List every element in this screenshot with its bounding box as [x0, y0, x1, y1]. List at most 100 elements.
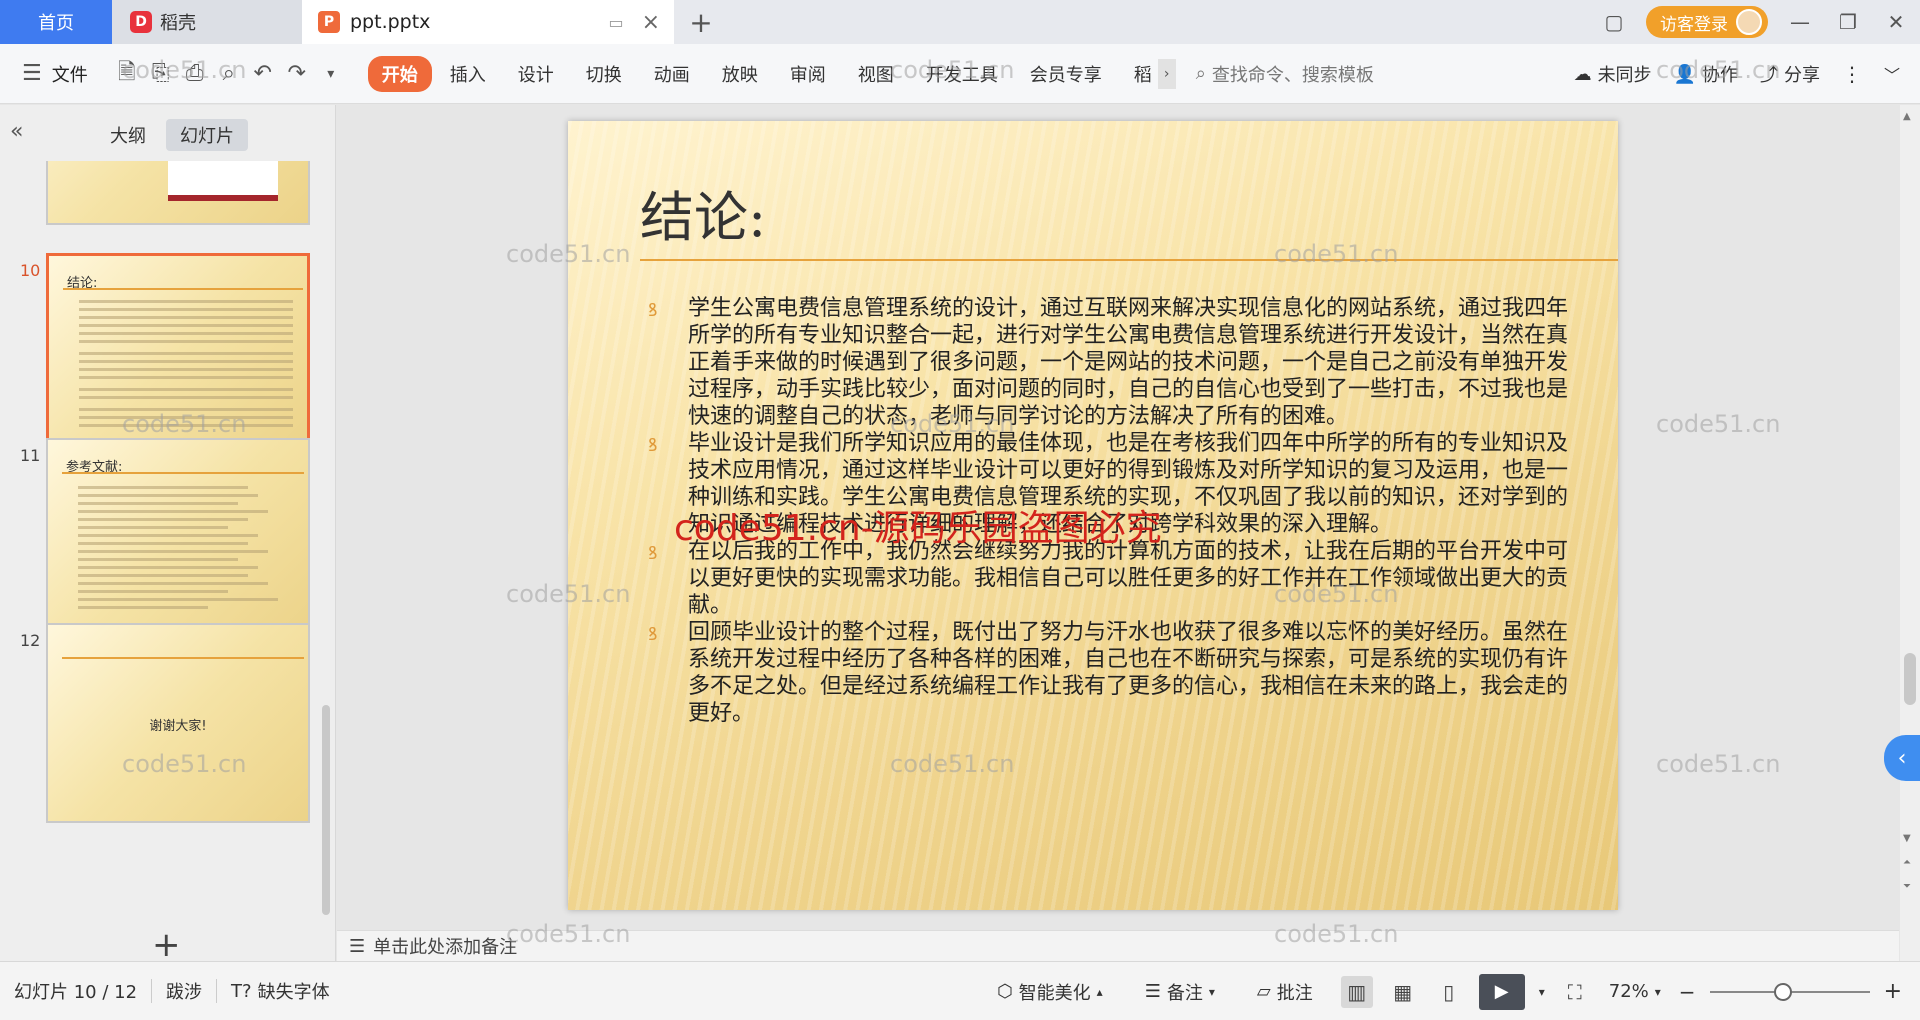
zoom-slider-knob[interactable] [1773, 982, 1792, 1001]
canvas-scrollbar[interactable]: ▲ ▼ ⏶ ⏷ [1900, 105, 1920, 961]
comments-button[interactable]: ▱ 批注 [1243, 979, 1327, 1005]
panel-header: « 大纲 幻灯片 [0, 105, 335, 161]
daoke-logo-icon: D [130, 11, 152, 33]
notes-bar[interactable]: ☰ 单击此处添加备注 [337, 930, 1899, 961]
thumbnail-text-line [79, 316, 293, 319]
new-tab-button[interactable]: + [674, 0, 728, 44]
scroll-down-icon[interactable]: ▼ [1903, 833, 1911, 844]
thumbnail-rule [62, 657, 304, 659]
slide-thumbnail-11[interactable]: 参考文献: [46, 438, 310, 638]
window-layout-icon[interactable]: ▢ [1590, 0, 1638, 44]
beautify-label: 智能美化 [1018, 982, 1091, 1004]
zoom-level[interactable]: 72% ▾ [1605, 981, 1665, 1002]
toolbar-right: ☁ 未同步 👤 协作 ⤴ 分享 ⋮ ﹀ [1574, 44, 1900, 104]
sync-button[interactable]: ☁ 未同步 [1574, 61, 1652, 87]
slide-thumbnail-12[interactable]: 谢谢大家! [46, 623, 310, 823]
notes-icon: ☰ [349, 935, 366, 957]
collapse-panel-icon[interactable]: « [10, 119, 23, 144]
tab-home[interactable]: 首页 [0, 0, 112, 44]
undo-icon[interactable]: ↶ [246, 57, 280, 91]
reading-view-icon[interactable]: ▯ [1433, 976, 1465, 1008]
preview-icon[interactable]: ⌕ [212, 57, 246, 91]
tab-document-label: ppt.pptx [350, 11, 431, 33]
minimize-button[interactable]: — [1776, 0, 1824, 44]
share-icon: ⤴ [1759, 65, 1778, 86]
more-tabs-chevron-icon[interactable]: › [1157, 58, 1176, 89]
thumbnail-text-line [78, 566, 258, 569]
slide-number: 11 [20, 446, 41, 465]
scroll-up-icon[interactable]: ▲ [1903, 111, 1911, 122]
quick-access-dropdown-icon[interactable]: ▾ [314, 57, 348, 91]
slide-canvas: 结论: ꝸ 学生公寓电费信息管理系统的设计，通过互联网来解决实现信息化的网站系统… [337, 105, 1899, 930]
tab-design[interactable]: 设计 [504, 56, 568, 92]
tab-view[interactable]: 视图 [844, 56, 908, 92]
thumbnail-text-line [79, 408, 293, 411]
missing-font-button[interactable]: T? 缺失字体 [217, 978, 344, 1004]
slide-thumbnail-9[interactable] [46, 161, 310, 225]
slide-thumbnail-10[interactable]: 结论: [46, 253, 310, 453]
zoom-in-icon[interactable]: + [1884, 979, 1902, 1004]
tab-daoke[interactable]: D 稻壳 [112, 0, 302, 44]
zoom-slider[interactable] [1709, 982, 1870, 1001]
page-up-icon[interactable]: ⏶ [1903, 857, 1911, 868]
tab-start[interactable]: 开始 [367, 55, 432, 92]
panel-scrollbar[interactable] [322, 705, 330, 915]
current-slide[interactable]: 结论: ꝸ 学生公寓电费信息管理系统的设计，通过互联网来解决实现信息化的网站系统… [568, 121, 1618, 910]
theme-name[interactable]: 跋涉 [152, 978, 216, 1004]
bullet-item: ꝸ 回顾毕业设计的整个过程，既付出了努力与汗水也收获了很多难以忘怀的美好经历。虽… [648, 619, 1588, 727]
thumbnail-text-line [78, 534, 258, 537]
save-icon[interactable]: 🗎 [110, 57, 144, 91]
fit-window-icon[interactable]: ⛶ [1559, 976, 1591, 1008]
add-slide-button[interactable]: + [152, 925, 181, 965]
scroll-thumb[interactable] [1904, 653, 1916, 705]
close-tab-icon[interactable]: × [642, 10, 660, 35]
more-options-icon[interactable]: ⋮ [1842, 62, 1862, 86]
print-icon[interactable]: ⎙ [178, 57, 212, 91]
guest-login-button[interactable]: 访客登录 [1646, 6, 1768, 38]
thumbnail-text-line [79, 396, 293, 399]
slide-title[interactable]: 结论: [640, 173, 766, 252]
share-label: 分享 [1783, 65, 1820, 86]
side-panel-toggle-icon[interactable]: ‹ [1884, 735, 1920, 781]
bullet-item: ꝸ 学生公寓电费信息管理系统的设计，通过互联网来解决实现信息化的网站系统，通过我… [648, 295, 1588, 430]
tab-daoke-cut[interactable]: 稻 [1120, 56, 1154, 92]
share-button[interactable]: ⤴ 分享 [1760, 61, 1820, 87]
tab-transition[interactable]: 切换 [572, 56, 636, 92]
page-down-icon[interactable]: ⏷ [1903, 881, 1911, 892]
tab-outline[interactable]: 大纲 [96, 119, 160, 151]
beautify-button[interactable]: ⬡ 智能美化 ▴ [983, 979, 1117, 1005]
command-search[interactable]: ⌕ 查找命令、搜索模板 [1196, 61, 1374, 87]
pin-window-icon[interactable]: ▭ [608, 13, 623, 32]
tab-review[interactable]: 审阅 [776, 56, 840, 92]
slide-number: 12 [20, 631, 41, 650]
thumbnail-text-line [78, 502, 238, 505]
normal-view-icon[interactable]: ▥ [1340, 975, 1373, 1008]
tab-member[interactable]: 会员专享 [1016, 56, 1116, 92]
tab-slides[interactable]: 幻灯片 [166, 119, 248, 151]
redo-icon[interactable]: ↷ [280, 57, 314, 91]
collab-button[interactable]: 👤 协作 [1674, 61, 1738, 87]
notes-lines-icon: ☰ [1144, 981, 1161, 1002]
tab-slideshow[interactable]: 放映 [708, 56, 772, 92]
overlay-watermark: code51.cn-源码乐园盗图必究 [674, 508, 1162, 549]
notes-toggle-button[interactable]: ☰ 备注 ▾ [1131, 979, 1229, 1005]
grid-view-icon[interactable]: ▦ [1387, 976, 1419, 1008]
thumbnail-text-line [79, 352, 293, 355]
tab-document[interactable]: P ppt.pptx ▭ × [302, 0, 674, 44]
tab-developer[interactable]: 开发工具 [912, 56, 1012, 92]
comment-icon: ▱ [1256, 981, 1271, 1002]
play-dropdown-icon[interactable]: ▾ [1539, 985, 1545, 999]
restore-button[interactable]: ❐ [1824, 0, 1872, 44]
notes-toggle-label: 备注 [1166, 982, 1203, 1004]
close-window-button[interactable]: ✕ [1872, 0, 1920, 44]
notes-placeholder: 单击此处添加备注 [373, 937, 518, 958]
thumbnail-text-line [79, 332, 293, 335]
play-slideshow-button[interactable]: ▶ [1478, 973, 1525, 1010]
collab-user-icon: 👤 [1673, 63, 1696, 85]
collapse-ribbon-icon[interactable]: ﹀ [1884, 62, 1900, 86]
zoom-out-icon[interactable]: − [1679, 980, 1696, 1004]
file-menu-button[interactable]: ☰ 文件 [0, 61, 110, 87]
export-icon[interactable]: ⎘ [144, 57, 178, 91]
tab-insert[interactable]: 插入 [436, 56, 500, 92]
tab-animation[interactable]: 动画 [640, 56, 704, 92]
